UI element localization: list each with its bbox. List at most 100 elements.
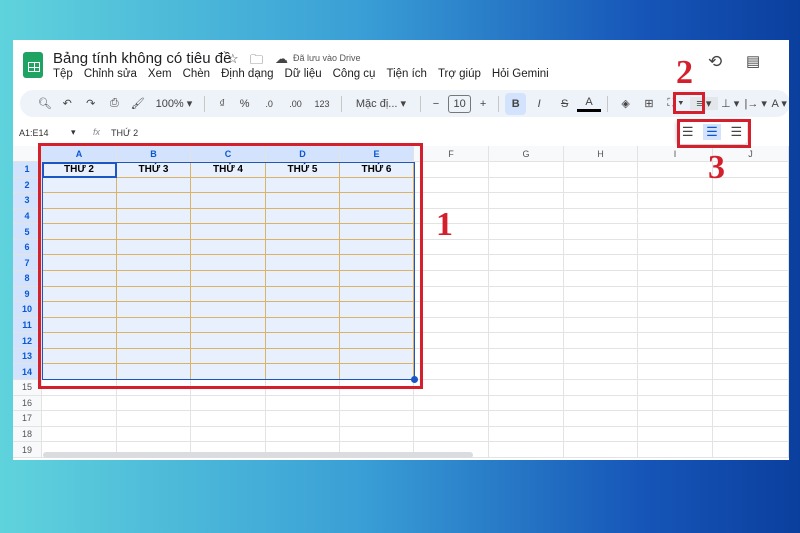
cell[interactable] bbox=[266, 395, 340, 412]
cell[interactable] bbox=[266, 426, 340, 443]
italic-button[interactable]: I bbox=[526, 98, 551, 110]
cell[interactable] bbox=[489, 239, 564, 256]
font-size-decrease-icon[interactable]: − bbox=[427, 98, 445, 110]
cell[interactable] bbox=[414, 411, 489, 427]
decrease-decimal-button[interactable]: .0 bbox=[256, 99, 281, 109]
cell[interactable] bbox=[638, 162, 713, 178]
horizontal-scrollbar[interactable] bbox=[43, 452, 473, 458]
name-box-dropdown-icon[interactable]: ▾ bbox=[71, 127, 76, 138]
cell[interactable] bbox=[489, 224, 564, 240]
cell[interactable] bbox=[713, 255, 789, 271]
cell[interactable] bbox=[191, 411, 266, 427]
cell[interactable] bbox=[713, 348, 789, 365]
cell[interactable] bbox=[489, 162, 564, 178]
cell[interactable] bbox=[414, 255, 489, 271]
number-format-button[interactable]: 123 bbox=[309, 99, 334, 109]
cell[interactable] bbox=[489, 333, 564, 349]
cell[interactable] bbox=[414, 426, 489, 443]
menu-item[interactable]: Công cụ bbox=[333, 68, 376, 80]
cell[interactable] bbox=[340, 426, 414, 443]
menu-item[interactable]: Trợ giúp bbox=[438, 68, 481, 80]
cell[interactable] bbox=[638, 442, 713, 458]
cell[interactable] bbox=[638, 224, 713, 240]
menu-item[interactable]: Tệp bbox=[53, 68, 73, 80]
currency-button[interactable]: ₫ bbox=[211, 98, 233, 110]
cell[interactable] bbox=[564, 333, 638, 349]
cell[interactable] bbox=[713, 411, 789, 427]
menu-item[interactable]: Tiện ích bbox=[386, 68, 426, 80]
cell[interactable] bbox=[564, 426, 638, 443]
cell[interactable] bbox=[638, 426, 713, 443]
cell[interactable] bbox=[42, 411, 117, 427]
cell[interactable] bbox=[489, 255, 564, 271]
search-icon[interactable]: 🔍︎ bbox=[34, 97, 56, 110]
cell[interactable] bbox=[564, 162, 638, 178]
cell[interactable] bbox=[564, 224, 638, 240]
cell[interactable] bbox=[564, 255, 638, 271]
row-header[interactable]: 16 bbox=[13, 395, 42, 412]
cell[interactable] bbox=[564, 286, 638, 303]
text-color-button[interactable]: A bbox=[577, 96, 601, 112]
cell[interactable] bbox=[117, 426, 191, 443]
cell[interactable] bbox=[414, 270, 489, 287]
vertical-align-icon[interactable]: ⊥ ▾ bbox=[718, 97, 743, 110]
sheets-logo-icon[interactable] bbox=[23, 52, 43, 78]
cell[interactable] bbox=[414, 302, 489, 318]
cell[interactable] bbox=[713, 239, 789, 256]
column-header-f[interactable]: F bbox=[414, 146, 489, 162]
cell[interactable] bbox=[414, 177, 489, 194]
redo-icon[interactable]: ↷ bbox=[79, 97, 102, 110]
cell[interactable] bbox=[489, 426, 564, 443]
cell[interactable] bbox=[564, 395, 638, 412]
cell[interactable] bbox=[638, 177, 713, 194]
cell[interactable] bbox=[489, 286, 564, 303]
cell[interactable] bbox=[414, 364, 489, 380]
menu-item[interactable]: Dữ liệu bbox=[285, 68, 322, 80]
cell[interactable] bbox=[713, 193, 789, 209]
column-header-h[interactable]: H bbox=[564, 146, 638, 162]
cell[interactable] bbox=[713, 208, 789, 225]
text-wrap-icon[interactable]: |→ ▾ bbox=[743, 97, 768, 110]
cell[interactable] bbox=[713, 317, 789, 334]
column-header-g[interactable]: G bbox=[489, 146, 564, 162]
cell[interactable] bbox=[638, 395, 713, 412]
cell[interactable] bbox=[564, 193, 638, 209]
cell[interactable] bbox=[489, 177, 564, 194]
cell[interactable] bbox=[638, 333, 713, 349]
paint-format-icon[interactable]: 🖌︎ bbox=[126, 97, 149, 110]
cell[interactable] bbox=[713, 270, 789, 287]
cell[interactable] bbox=[713, 286, 789, 303]
cell[interactable] bbox=[713, 224, 789, 240]
cell[interactable] bbox=[117, 395, 191, 412]
cell[interactable] bbox=[340, 395, 414, 412]
cell[interactable] bbox=[489, 411, 564, 427]
cell[interactable] bbox=[564, 411, 638, 427]
doc-title[interactable]: Bảng tính không có tiêu đề bbox=[53, 50, 231, 67]
cell[interactable] bbox=[414, 286, 489, 303]
menu-item[interactable]: Xem bbox=[148, 68, 172, 80]
star-icon[interactable]: ☆ bbox=[227, 51, 239, 67]
cell[interactable] bbox=[638, 364, 713, 380]
cell[interactable] bbox=[638, 302, 713, 318]
menu-item[interactable]: Chèn bbox=[183, 68, 211, 80]
percent-button[interactable]: % bbox=[233, 98, 256, 110]
cell[interactable] bbox=[489, 270, 564, 287]
cell[interactable] bbox=[266, 411, 340, 427]
zoom-select[interactable]: 100% ▾ bbox=[149, 97, 198, 110]
cell[interactable] bbox=[638, 193, 713, 209]
row-header[interactable]: 18 bbox=[13, 426, 42, 443]
cell[interactable] bbox=[638, 255, 713, 271]
borders-icon[interactable]: ⊞ bbox=[637, 97, 660, 110]
fill-color-icon[interactable]: ◈ bbox=[614, 97, 637, 110]
menu-item[interactable]: Hỏi Gemini bbox=[492, 68, 549, 80]
cell[interactable] bbox=[713, 302, 789, 318]
cell[interactable] bbox=[489, 442, 564, 458]
column-header-i[interactable]: I bbox=[638, 146, 713, 162]
cell[interactable] bbox=[564, 302, 638, 318]
cell[interactable] bbox=[489, 379, 564, 396]
cell[interactable] bbox=[117, 411, 191, 427]
cell[interactable] bbox=[191, 395, 266, 412]
cell[interactable] bbox=[564, 348, 638, 365]
cell[interactable] bbox=[564, 270, 638, 287]
cell[interactable] bbox=[489, 364, 564, 380]
